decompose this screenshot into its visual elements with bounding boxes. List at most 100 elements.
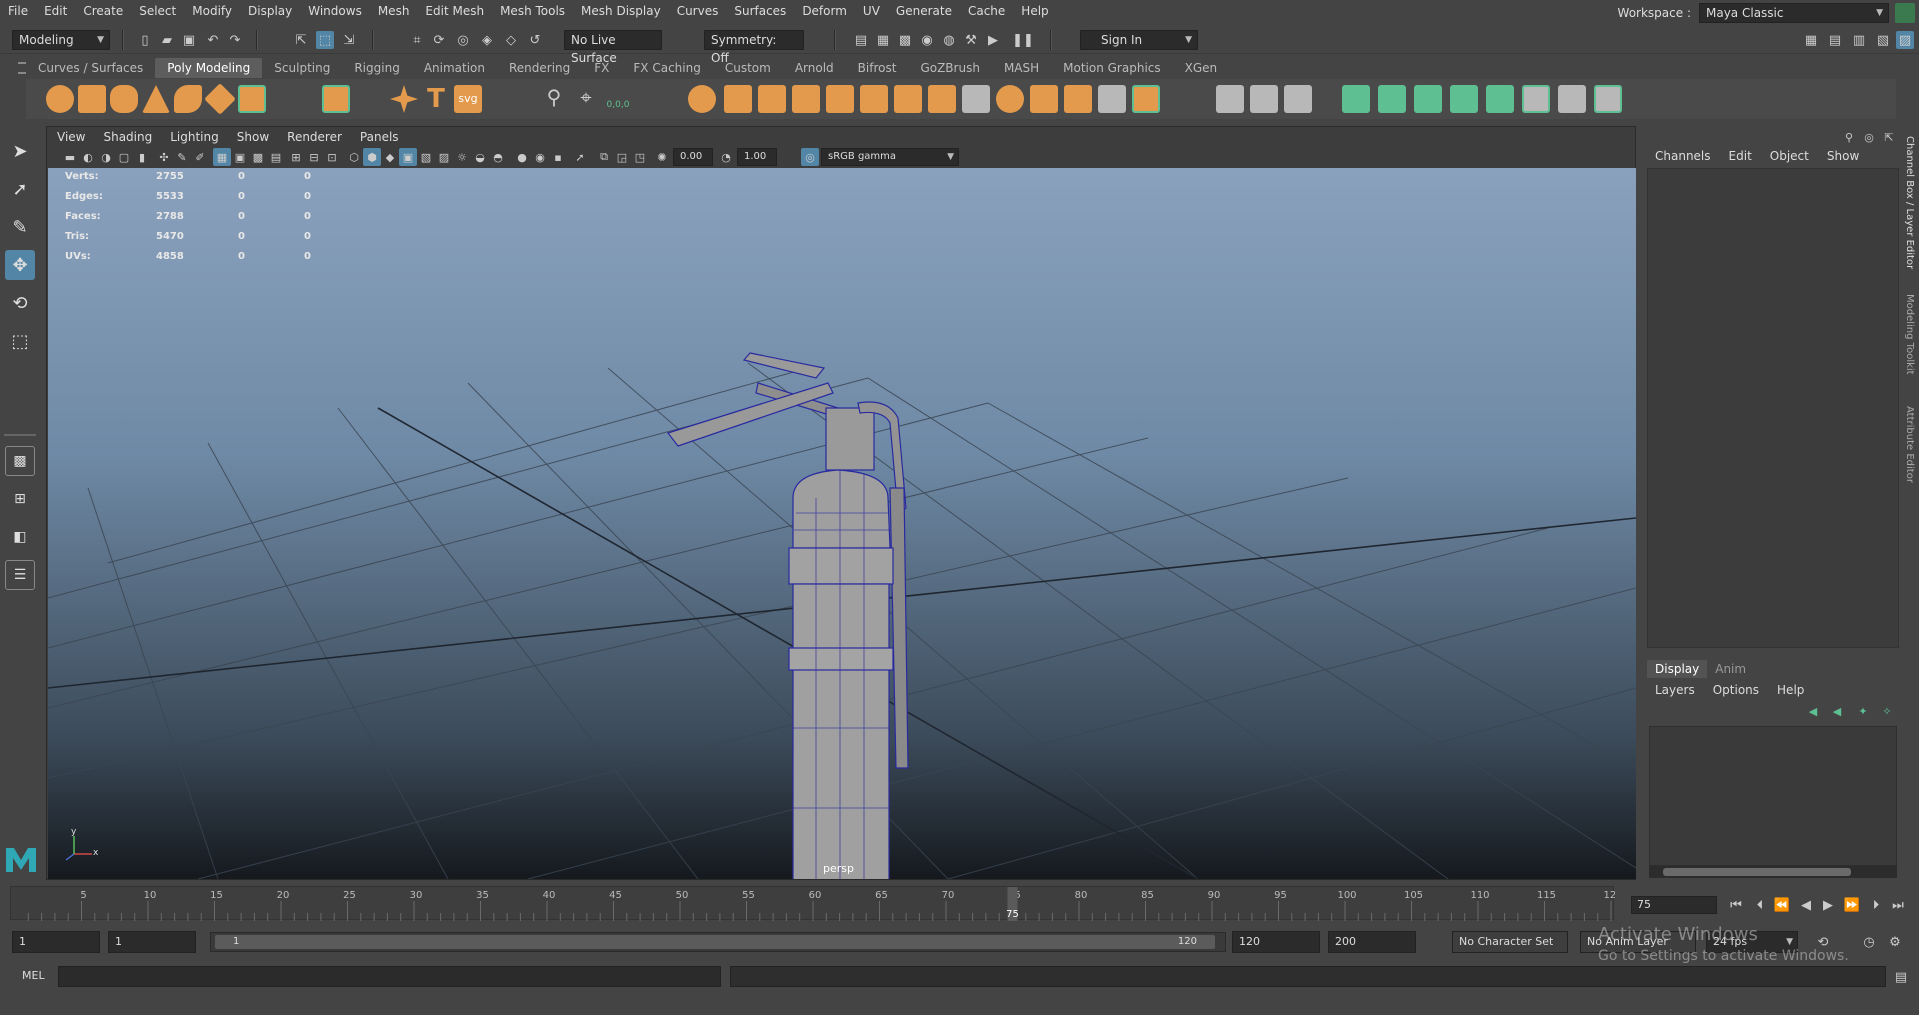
- ambient-occlusion-icon[interactable]: ◓: [489, 148, 507, 166]
- bookmarks-icon[interactable]: ◑: [97, 148, 115, 166]
- view-transform-icon[interactable]: ◳: [631, 148, 649, 166]
- shadows-icon[interactable]: ◒: [471, 148, 489, 166]
- safe-action-icon[interactable]: ⊟: [305, 148, 323, 166]
- bookmark-icon[interactable]: ▮: [133, 148, 151, 166]
- tab-display[interactable]: Display: [1647, 660, 1708, 678]
- view-transform-dropdown[interactable]: sRGB gamma ▼: [821, 148, 959, 166]
- svg-tool-icon[interactable]: svg: [454, 85, 482, 113]
- perspective-viewport[interactable]: x y Verts: 2755 0 0 Edges: 5533 0 0 Face…: [48, 168, 1636, 879]
- poly-append-icon[interactable]: [1132, 85, 1160, 113]
- type-tool-icon[interactable]: T: [422, 85, 450, 113]
- menu-surfaces[interactable]: Surfaces: [726, 0, 794, 22]
- poly-sphere-icon[interactable]: [46, 85, 74, 113]
- new-layer-selected-icon[interactable]: ✧: [1878, 702, 1896, 720]
- make-live-icon[interactable]: ↺: [526, 31, 544, 49]
- boolean-union-icon[interactable]: [928, 85, 956, 113]
- collapse-icon[interactable]: [1486, 85, 1514, 113]
- menu-modify[interactable]: Modify: [184, 0, 240, 22]
- panel-menu-renderer[interactable]: Renderer: [278, 127, 351, 147]
- hypershade-icon[interactable]: ◍: [940, 31, 958, 49]
- select-object-icon[interactable]: ⬚: [316, 31, 334, 49]
- light-editor-icon[interactable]: ▶: [984, 31, 1002, 49]
- modeling-toolkit-icon[interactable]: ▦: [1802, 31, 1820, 49]
- menu-file[interactable]: File: [0, 0, 36, 22]
- gate-mask-icon[interactable]: ▤: [267, 148, 285, 166]
- poly-cube-icon[interactable]: [78, 85, 106, 113]
- go-to-end-icon[interactable]: ⏭: [1888, 895, 1908, 915]
- channel-box-help-icon[interactable]: ◎: [1860, 128, 1878, 146]
- poly-disc-icon[interactable]: [238, 85, 266, 113]
- tool-settings-icon[interactable]: ▥: [1850, 31, 1868, 49]
- panel-menu-lighting[interactable]: Lighting: [161, 127, 228, 147]
- tab-sculpting[interactable]: Sculpting: [262, 58, 342, 78]
- move-layer-up-icon[interactable]: ◀: [1804, 702, 1822, 720]
- anti-aliasing-icon[interactable]: ●: [513, 148, 531, 166]
- menu-create[interactable]: Create: [75, 0, 131, 22]
- ipr-render-icon[interactable]: ▩: [896, 31, 914, 49]
- scene-start-frame-field[interactable]: 1: [12, 931, 100, 953]
- boolean-difference-icon[interactable]: [996, 85, 1024, 113]
- center-pivot-icon[interactable]: ⌖: [572, 85, 600, 113]
- layer-list-scrollbar[interactable]: [1649, 866, 1897, 878]
- render-settings-icon[interactable]: ◉: [918, 31, 936, 49]
- freeze-transform-icon[interactable]: 0,0,0: [604, 85, 632, 113]
- image-plane-icon[interactable]: ▢: [115, 148, 133, 166]
- menu-generate[interactable]: Generate: [888, 0, 960, 22]
- menu-curves[interactable]: Curves: [669, 0, 727, 22]
- safe-title-icon[interactable]: ⊡: [323, 148, 341, 166]
- sign-in-dropdown[interactable]: Sign In ▼: [1080, 30, 1198, 50]
- open-scene-icon[interactable]: ▰: [158, 31, 176, 49]
- tab-curves-surfaces[interactable]: Curves / Surfaces: [26, 58, 155, 78]
- attribute-editor-icon[interactable]: ▤: [1826, 31, 1844, 49]
- isolate-select-icon[interactable]: ▪: [549, 148, 567, 166]
- default-material-icon[interactable]: ◆: [381, 148, 399, 166]
- fill-hole-icon[interactable]: [1064, 85, 1092, 113]
- xray-icon[interactable]: ▧: [417, 148, 435, 166]
- channel-box-menu-channels[interactable]: Channels: [1646, 146, 1720, 166]
- bevel-edge-icon[interactable]: [1414, 85, 1442, 113]
- step-back-key-icon[interactable]: ⏪: [1772, 895, 1792, 915]
- scene-end-frame-field[interactable]: 200: [1328, 931, 1416, 953]
- wireframe-on-shaded-icon[interactable]: ▣: [399, 148, 417, 166]
- current-frame-field[interactable]: 75: [1631, 896, 1717, 914]
- grid-toggle-icon[interactable]: ▦: [213, 148, 231, 166]
- step-forward-key-icon[interactable]: ⏩: [1842, 895, 1862, 915]
- tab-animation[interactable]: Animation: [412, 58, 497, 78]
- poly-cone-icon[interactable]: [142, 85, 170, 113]
- select-component-icon[interactable]: ⇲: [340, 31, 358, 49]
- uv-editor-icon[interactable]: [1522, 85, 1550, 113]
- playback-end-frame-field[interactable]: 120: [1232, 931, 1320, 953]
- delete-edge-icon[interactable]: [1594, 85, 1622, 113]
- panel-menu-view[interactable]: View: [47, 127, 94, 147]
- scale-tool-icon[interactable]: ⬚: [5, 326, 35, 356]
- new-scene-icon[interactable]: ▯: [136, 31, 154, 49]
- single-perspective-layout-icon[interactable]: ▩: [5, 446, 35, 476]
- snap-projected-icon[interactable]: ◈: [478, 31, 496, 49]
- rotate-tool-icon[interactable]: ⟲: [5, 288, 35, 318]
- camera-exposure-icon[interactable]: ⧉: [595, 148, 613, 166]
- use-all-lights-icon[interactable]: ☼: [453, 148, 471, 166]
- select-tool-icon[interactable]: ➤: [5, 136, 35, 166]
- mesh-cleanup-icon[interactable]: [1098, 85, 1126, 113]
- animation-preferences-icon[interactable]: ⚙: [1886, 933, 1904, 951]
- outliner-icon[interactable]: ☰: [5, 560, 35, 590]
- tab-poly-modeling[interactable]: Poly Modeling: [155, 58, 263, 78]
- connect-tool-icon[interactable]: [1284, 85, 1312, 113]
- combine-icon[interactable]: [688, 85, 716, 113]
- tab-rendering[interactable]: Rendering: [497, 58, 582, 78]
- menu-deform[interactable]: Deform: [794, 0, 855, 22]
- two-d-pan-icon[interactable]: ✣: [155, 148, 173, 166]
- symmetry-dropdown[interactable]: Symmetry: Off: [704, 30, 804, 65]
- script-editor-icon[interactable]: ▤: [1892, 968, 1910, 986]
- tab-anim[interactable]: Anim: [1707, 660, 1754, 678]
- exposure-field[interactable]: 0.00: [673, 148, 713, 166]
- select-hierarchy-icon[interactable]: ⇱: [292, 31, 310, 49]
- depth-of-field-icon[interactable]: ◉: [531, 148, 549, 166]
- auto-key-icon[interactable]: ◷: [1860, 933, 1878, 951]
- step-forward-frame-icon[interactable]: ⏵: [1866, 895, 1886, 915]
- tab-mash[interactable]: MASH: [992, 58, 1051, 78]
- channel-box-float-icon[interactable]: ⇱: [1880, 128, 1898, 146]
- bevel-icon[interactable]: [962, 85, 990, 113]
- render-setup-icon[interactable]: ⚒: [962, 31, 980, 49]
- redo-icon[interactable]: ↷: [226, 31, 244, 49]
